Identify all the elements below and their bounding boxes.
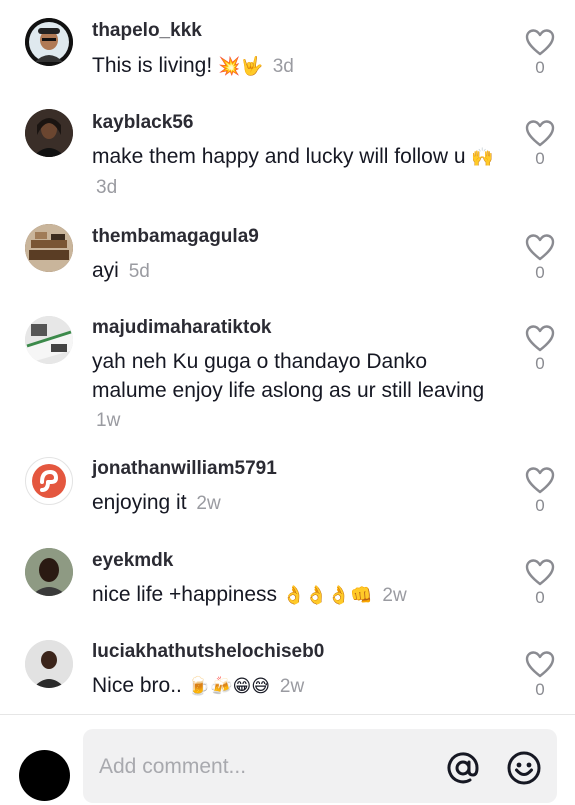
comment-username[interactable]: luciakhathutshelochiseb0	[92, 641, 507, 663]
comment-list: thapelo_kkk This is living! 💥🤟 3d 0 kayb…	[0, 0, 575, 714]
comment-time: 3d	[272, 56, 294, 77]
comment-emoji: 💥🤟	[218, 56, 263, 77]
at-sign-icon[interactable]	[443, 748, 483, 788]
comment-emoji: 🍺🍻😁😅	[187, 676, 271, 697]
comment-input[interactable]	[97, 749, 431, 785]
avatar[interactable]	[25, 109, 73, 157]
comment-text: This is living!	[92, 54, 213, 77]
avatar[interactable]	[25, 457, 73, 505]
comment-text: Nice bro..	[92, 674, 182, 697]
heart-icon[interactable]	[525, 467, 555, 494]
comment-username[interactable]: thembamagagula9	[92, 226, 507, 248]
comment-time: 1w	[96, 410, 121, 431]
comment-username[interactable]: jonathanwilliam5791	[92, 458, 507, 480]
comment-username[interactable]: kayblack56	[92, 112, 507, 134]
comment-text: ayi	[92, 259, 119, 282]
comment-composer	[0, 715, 575, 805]
heart-icon[interactable]	[525, 29, 555, 56]
comment-time: 2w	[382, 585, 407, 606]
comment-time: 2w	[279, 676, 305, 697]
comment-text: nice life +happiness	[92, 583, 278, 606]
comment-time: 5d	[128, 261, 150, 282]
comment-username[interactable]: eyekmdk	[92, 550, 507, 572]
avatar[interactable]	[19, 750, 70, 801]
heart-icon[interactable]	[525, 234, 555, 261]
like-count: 0	[535, 149, 545, 168]
comment-text: enjoying it	[92, 491, 187, 514]
heart-icon[interactable]	[525, 651, 555, 678]
heart-icon[interactable]	[525, 559, 555, 586]
avatar[interactable]	[25, 640, 73, 688]
avatar[interactable]	[25, 224, 73, 272]
comment-input-box[interactable]	[83, 729, 557, 803]
comment-text: make them happy and lucky will follow u	[92, 145, 466, 168]
heart-icon[interactable]	[525, 120, 555, 147]
like-count: 0	[535, 588, 545, 607]
comment-username[interactable]: thapelo_kkk	[92, 20, 507, 42]
comment-emoji: 👌👌👌👊	[282, 585, 373, 606]
like-count: 0	[535, 496, 545, 515]
like-count: 0	[535, 680, 545, 699]
comment-time: 2w	[196, 493, 221, 514]
like-count: 0	[535, 263, 545, 282]
like-count: 0	[535, 58, 545, 77]
like-count: 0	[535, 354, 545, 373]
avatar[interactable]	[25, 316, 73, 364]
heart-icon[interactable]	[525, 325, 555, 352]
comment-username[interactable]: majudimaharatiktok	[92, 317, 507, 339]
comment-text: yah neh Ku guga o thandayo Danko malume …	[92, 350, 485, 402]
comment-time: 3d	[96, 177, 118, 198]
avatar[interactable]	[25, 18, 73, 66]
smiley-face-icon[interactable]	[504, 748, 544, 788]
avatar[interactable]	[25, 548, 73, 596]
comment-emoji: 🙌	[471, 147, 494, 168]
